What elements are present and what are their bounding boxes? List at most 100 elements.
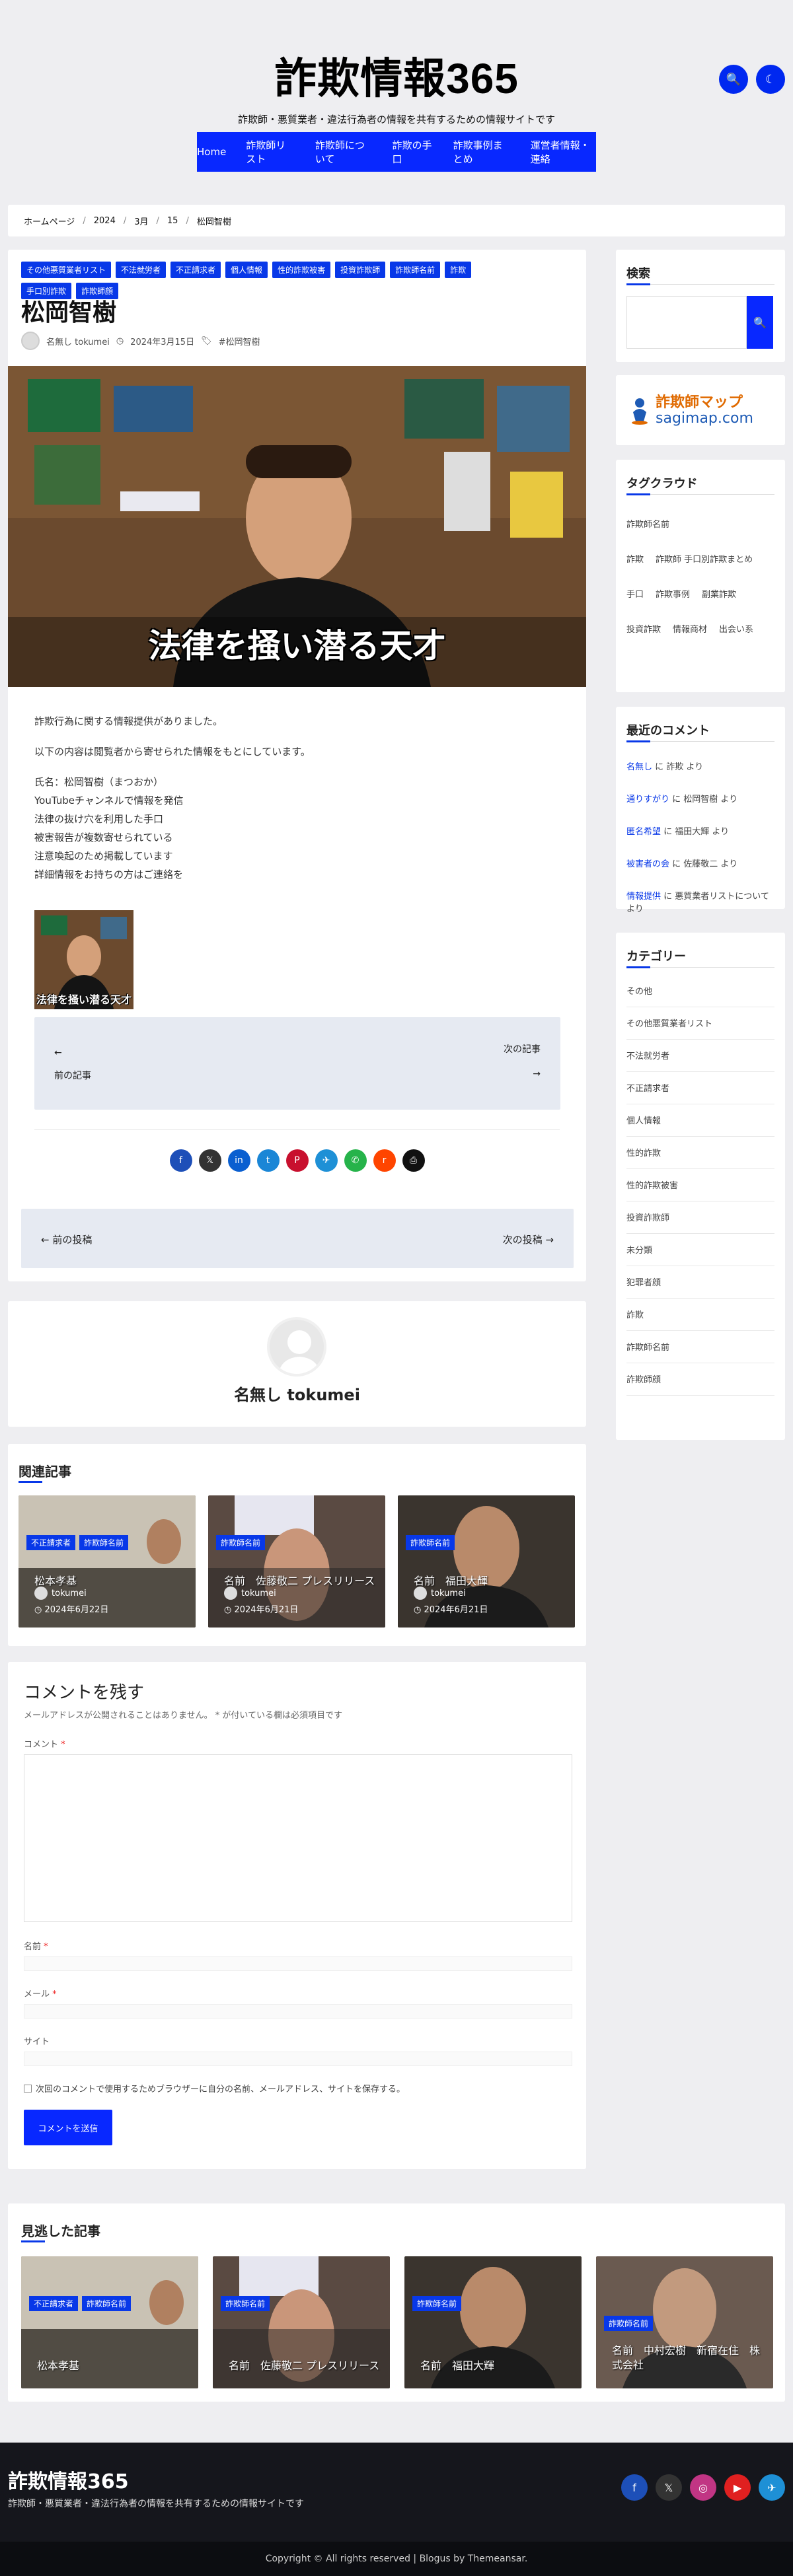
comment-author-link[interactable]: 情報提供: [626, 892, 661, 902]
email-field[interactable]: [24, 2004, 572, 2019]
item-title[interactable]: 松本孝基: [37, 2357, 79, 2373]
facebook-icon[interactable]: f: [621, 2474, 648, 2501]
search-input[interactable]: [626, 296, 747, 349]
related-item[interactable]: 詐欺師名前 名前 福田大輝 tokumei ◷ 2024年6月21日: [398, 1495, 575, 1628]
comment-author-link[interactable]: 通りすがり: [626, 795, 669, 805]
category-link[interactable]: その他: [626, 975, 774, 1007]
item-date[interactable]: ◷ 2024年6月21日: [224, 1602, 298, 1615]
category-chip[interactable]: 投資詐欺師: [335, 262, 386, 278]
moon-icon[interactable]: ☾: [756, 65, 785, 94]
nav-item-contact[interactable]: 運営者情報・連絡: [531, 138, 596, 166]
author-avatar[interactable]: [267, 1317, 326, 1377]
comment-author-link[interactable]: 名無し: [626, 762, 652, 772]
category-chip[interactable]: 不正請求者: [26, 1535, 76, 1550]
category-chip[interactable]: 詐欺師名前: [221, 2296, 270, 2311]
comment-author-link[interactable]: 匿名希望: [626, 827, 661, 837]
comment-author-link[interactable]: 被害者の会: [626, 859, 669, 869]
category-chip[interactable]: 詐欺師名前: [604, 2316, 654, 2331]
site-title[interactable]: 詐欺情報365: [0, 45, 793, 106]
tag-link[interactable]: 副業詐欺: [702, 590, 736, 600]
missed-item[interactable]: 詐欺師名前 名前 佐藤敬二 プレスリリース: [213, 2256, 390, 2388]
category-link[interactable]: 性的詐欺被害: [626, 1169, 774, 1201]
telegram-icon[interactable]: ✈: [759, 2474, 785, 2501]
tag-link[interactable]: 投資詐欺: [626, 625, 661, 635]
search-icon[interactable]: 🔍: [747, 296, 773, 349]
post-date[interactable]: 2024年3月15日: [130, 335, 194, 347]
item-date[interactable]: ◷ 2024年6月22日: [34, 1602, 108, 1615]
prev-arrow-icon[interactable]: ←: [54, 1048, 62, 1058]
category-chip[interactable]: 個人情報: [225, 262, 268, 278]
post-tag[interactable]: #松岡智樹: [219, 335, 260, 347]
tag-link[interactable]: 詐欺師名前: [626, 520, 669, 530]
missed-item[interactable]: 詐欺師名前 名前 中村宏樹 新宿在住 株式会社: [596, 2256, 773, 2388]
category-link[interactable]: 詐欺師顔: [626, 1363, 774, 1396]
category-link[interactable]: 投資詐欺師: [626, 1201, 774, 1234]
item-title[interactable]: 名前 佐藤敬二 プレスリリース: [224, 1572, 375, 1588]
category-chip[interactable]: 詐欺: [445, 262, 472, 278]
author-avatar[interactable]: [21, 332, 40, 350]
nav-item-cases[interactable]: 詐欺事例まとめ: [453, 138, 511, 166]
search-icon[interactable]: 🔍: [719, 65, 748, 94]
item-author[interactable]: tokumei: [34, 1587, 87, 1600]
tag-link[interactable]: 出会い系: [719, 625, 753, 635]
category-chip[interactable]: 不正請求者: [29, 2296, 79, 2311]
comment-textarea[interactable]: [24, 1754, 572, 1922]
nav-home[interactable]: Home: [197, 146, 226, 158]
category-chip[interactable]: 詐欺師名前: [406, 1535, 455, 1550]
twitter-icon[interactable]: t: [256, 1149, 280, 1172]
item-date[interactable]: ◷ 2024年6月21日: [414, 1602, 488, 1615]
tag-link[interactable]: 詐欺事例: [656, 590, 690, 600]
print-icon[interactable]: ⎙: [402, 1149, 425, 1172]
category-link[interactable]: 不法就労者: [626, 1040, 774, 1072]
prev-post-button[interactable]: ← 前の投稿: [41, 1233, 92, 1246]
breadcrumb-month[interactable]: 3月: [134, 215, 148, 227]
tag-link[interactable]: 情報商材: [673, 625, 707, 635]
nav-item-about[interactable]: 詐欺師について: [315, 138, 373, 166]
prev-post-link[interactable]: 前の記事: [54, 1069, 91, 1082]
post-author[interactable]: 名無し tokumei: [46, 335, 110, 347]
content-thumbnail[interactable]: 法律を掻い潜る天才: [34, 910, 133, 1009]
next-post-button[interactable]: 次の投稿 →: [503, 1233, 554, 1246]
save-info-checkbox[interactable]: [24, 2084, 32, 2093]
facebook-icon[interactable]: f: [169, 1149, 192, 1172]
nav-item-list[interactable]: 詐欺師リスト: [246, 138, 295, 166]
next-post-link[interactable]: 次の記事: [504, 1042, 541, 1055]
category-chip[interactable]: 不法就労者: [116, 262, 167, 278]
category-link[interactable]: 犯罪者顔: [626, 1266, 774, 1299]
item-author[interactable]: tokumei: [414, 1587, 466, 1600]
category-chip[interactable]: 詐欺師名前: [390, 262, 441, 278]
name-field[interactable]: [24, 1956, 572, 1971]
sagimap-banner[interactable]: 詐欺師マップ sagimap.com: [616, 375, 785, 445]
item-title[interactable]: 松本孝基: [34, 1572, 77, 1588]
instagram-icon[interactable]: ◎: [690, 2474, 716, 2501]
category-chip[interactable]: 不正請求者: [170, 262, 221, 278]
item-title[interactable]: 名前 中村宏樹 新宿在住 株式会社: [612, 2343, 763, 2373]
reddit-icon[interactable]: r: [373, 1149, 396, 1172]
website-field[interactable]: [24, 2052, 572, 2066]
category-link[interactable]: 詐欺: [626, 1299, 774, 1331]
tag-link[interactable]: 詐欺師 手口別詐欺まとめ: [656, 555, 753, 565]
missed-item[interactable]: 不正請求者 詐欺師名前 松本孝基: [21, 2256, 198, 2388]
missed-item[interactable]: 詐欺師名前 名前 福田大輝: [404, 2256, 582, 2388]
next-arrow-icon[interactable]: →: [533, 1069, 541, 1079]
nav-item-methods[interactable]: 詐欺の手口: [392, 138, 433, 166]
breadcrumb-home[interactable]: ホームページ: [24, 215, 75, 227]
author-name[interactable]: 名無し tokumei: [8, 1382, 586, 1405]
telegram-icon[interactable]: ✈: [315, 1149, 338, 1172]
category-link[interactable]: 性的詐欺: [626, 1137, 774, 1169]
category-chip[interactable]: その他悪質業者リスト: [21, 262, 112, 278]
item-title[interactable]: 名前 佐藤敬二 プレスリリース: [229, 2357, 379, 2373]
category-link[interactable]: 未分類: [626, 1234, 774, 1266]
category-link[interactable]: 個人情報: [626, 1104, 774, 1137]
footer-title[interactable]: 詐欺情報365: [8, 2465, 129, 2494]
x-icon[interactable]: 𝕏: [198, 1149, 221, 1172]
submit-comment-button[interactable]: コメントを送信: [24, 2110, 112, 2145]
related-item[interactable]: 詐欺師名前 名前 佐藤敬二 プレスリリース tokumei ◷ 2024年6月2…: [208, 1495, 385, 1628]
whatsapp-icon[interactable]: ✆: [344, 1149, 367, 1172]
youtube-icon[interactable]: ▶: [724, 2474, 751, 2501]
x-icon[interactable]: 𝕏: [656, 2474, 682, 2501]
category-chip[interactable]: 詐欺師名前: [82, 2296, 132, 2311]
item-title[interactable]: 名前 福田大輝: [420, 2357, 494, 2373]
category-chip[interactable]: 詐欺師名前: [79, 1535, 129, 1550]
breadcrumb-year[interactable]: 2024: [94, 216, 116, 226]
